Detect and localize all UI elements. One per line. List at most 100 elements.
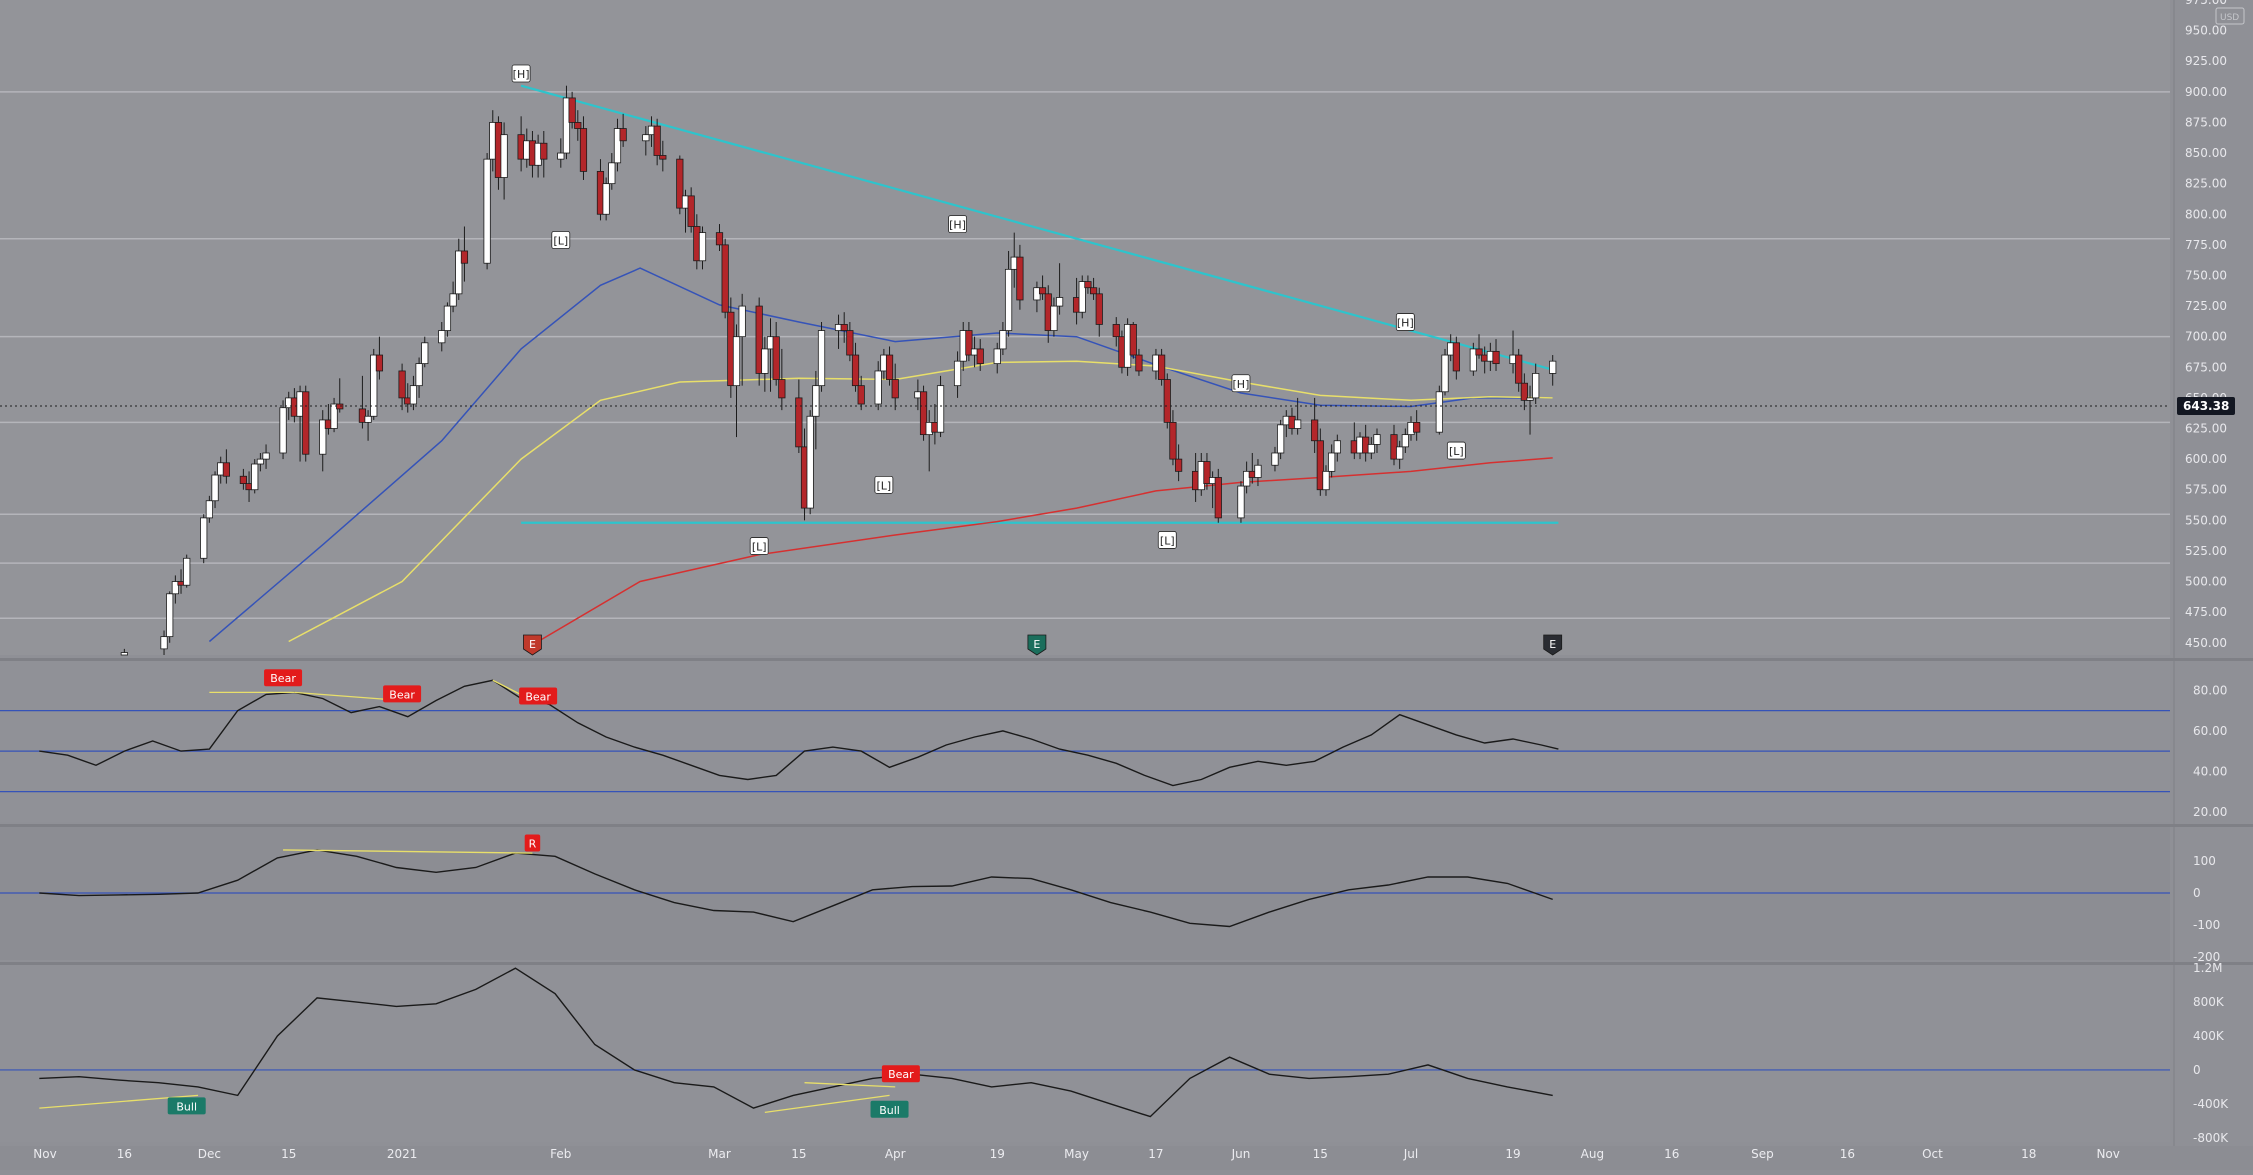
candle xyxy=(721,238,729,319)
time-axis-tick-label: 19 xyxy=(1505,1147,1520,1161)
candle xyxy=(279,400,287,460)
pivot-label-text: [L] xyxy=(752,541,767,554)
oscillator-axis-tick-label: 40.00 xyxy=(2193,764,2227,778)
candle-body xyxy=(653,125,661,156)
candle-body xyxy=(239,475,247,484)
candle-body xyxy=(993,348,1001,365)
oscillator-axis-tick-label: 60.00 xyxy=(2193,724,2227,738)
candle-body xyxy=(715,232,724,246)
time-axis: Nov 16 Dec 15 2021 Feb Mar 15 Apr 19 May 17 Jun 15 Jul… xyxy=(0,1146,2253,1170)
panel-separator xyxy=(0,824,2253,827)
price-axis-tick-label: 750.00 xyxy=(2185,268,2227,282)
candle xyxy=(1277,419,1285,460)
candle-body xyxy=(1055,297,1064,307)
pivot-label-text: [H] xyxy=(513,68,530,81)
candle xyxy=(302,385,310,462)
time-axis-tick-label: 16 xyxy=(1840,1147,1855,1161)
time-axis-tick-label: 2021 xyxy=(387,1147,418,1161)
price-axis-tick-label: 575.00 xyxy=(2185,483,2227,497)
time-axis-tick-label: May xyxy=(1064,1147,1089,1161)
time-axis-tick-label: Nov xyxy=(2096,1147,2119,1161)
volume-flow-axis-tick-label: 800K xyxy=(2193,995,2225,1009)
pivot-low-label: [L] xyxy=(1446,441,1466,460)
price-axis-tick-label: 450.00 xyxy=(2185,636,2227,650)
candle xyxy=(806,410,814,515)
time-axis-tick-label: Feb xyxy=(550,1147,571,1161)
oscillator-axis-tick-label: 80.00 xyxy=(2193,683,2227,697)
candle-body xyxy=(1549,360,1557,374)
pivot-label-text: [H] xyxy=(1397,317,1414,330)
candle-body xyxy=(840,324,848,331)
earnings-marker-label: E xyxy=(1033,638,1040,651)
candle-body xyxy=(1084,281,1092,289)
time-axis-tick-label: Oct xyxy=(1922,1147,1943,1161)
candle-body xyxy=(999,330,1007,350)
volume-flow-signal-text: Bear xyxy=(888,1068,914,1081)
time-axis-tick-label: Mar xyxy=(708,1147,731,1161)
candle-body xyxy=(1452,342,1460,372)
candle xyxy=(183,554,191,588)
candle-body xyxy=(1214,477,1222,519)
candle-body xyxy=(1169,421,1177,460)
candle-body xyxy=(364,415,372,423)
candle-body xyxy=(1112,324,1120,338)
candle xyxy=(1129,321,1137,359)
price-axis-tick-label: 700.00 xyxy=(2185,330,2227,344)
price-axis-tick-label: 525.00 xyxy=(2185,544,2227,558)
candle-body xyxy=(1237,485,1245,519)
volume-flow-panel-background xyxy=(0,964,2170,1142)
pivot-label-text: [L] xyxy=(1160,534,1175,547)
time-axis-background xyxy=(0,1146,2253,1170)
candle-body xyxy=(885,354,894,380)
time-axis-tick-label: Jul xyxy=(1403,1147,1418,1161)
pivot-label-text: [H] xyxy=(949,219,966,232)
candle-body xyxy=(851,354,860,387)
volume-flow-signal-label: Bear xyxy=(881,1065,920,1083)
candle-body xyxy=(602,183,610,215)
candle-body xyxy=(698,232,707,262)
candle-body xyxy=(415,363,423,387)
candle-body xyxy=(1492,350,1500,365)
oscillator-axis-tick-label: 20.00 xyxy=(2193,805,2227,819)
earnings-marker-label: E xyxy=(529,638,536,651)
oscillator-signal-label: Bear xyxy=(264,669,303,687)
candle-body xyxy=(256,458,264,465)
time-axis-tick-label: 15 xyxy=(1313,1147,1328,1161)
candle-body xyxy=(279,407,287,454)
candle-body xyxy=(205,500,213,519)
candle-body xyxy=(976,348,984,365)
candle-body xyxy=(1373,434,1381,445)
price-axis-tick-label: 775.00 xyxy=(2185,238,2227,252)
volume-flow-signal-text: Bull xyxy=(879,1104,900,1117)
candle-body xyxy=(1475,348,1483,356)
volume-flow-signal-text: Bull xyxy=(176,1100,197,1113)
candle-body xyxy=(1038,287,1047,295)
price-axis-tick-label: 625.00 xyxy=(2185,422,2227,436)
candle-body xyxy=(806,415,814,509)
candle-body xyxy=(1254,464,1262,478)
candle-body xyxy=(732,336,741,387)
pivot-label-text: [L] xyxy=(553,234,568,247)
volume-flow-axis-tick-label: 0 xyxy=(2193,1063,2201,1077)
candle-body xyxy=(1277,424,1285,454)
panel-separator xyxy=(0,658,2253,661)
time-axis-tick-label: Apr xyxy=(885,1147,906,1161)
price-axis-tick-label: 900.00 xyxy=(2185,85,2227,99)
price-axis-tick-label: 825.00 xyxy=(2185,177,2227,191)
price-axis-tick-label: 800.00 xyxy=(2185,207,2227,221)
volume-flow-axis-tick-label: -400K xyxy=(2193,1097,2229,1111)
price-axis-tick-label: 550.00 xyxy=(2185,513,2227,527)
price-axis-tick-label: 975.00 xyxy=(2185,0,2227,7)
candle-body xyxy=(251,463,259,491)
candle-body xyxy=(183,557,191,586)
candle-body xyxy=(483,158,491,264)
candle-body xyxy=(443,305,452,331)
candle-body xyxy=(1328,452,1336,472)
candle xyxy=(1163,373,1171,429)
candle-body xyxy=(1515,354,1523,384)
candle-body xyxy=(874,370,882,405)
time-axis-tick-label: 18 xyxy=(2021,1147,2036,1161)
oscillator-signal-text: Bear xyxy=(389,688,415,701)
candle-body xyxy=(557,152,565,160)
candle-body xyxy=(540,142,548,160)
